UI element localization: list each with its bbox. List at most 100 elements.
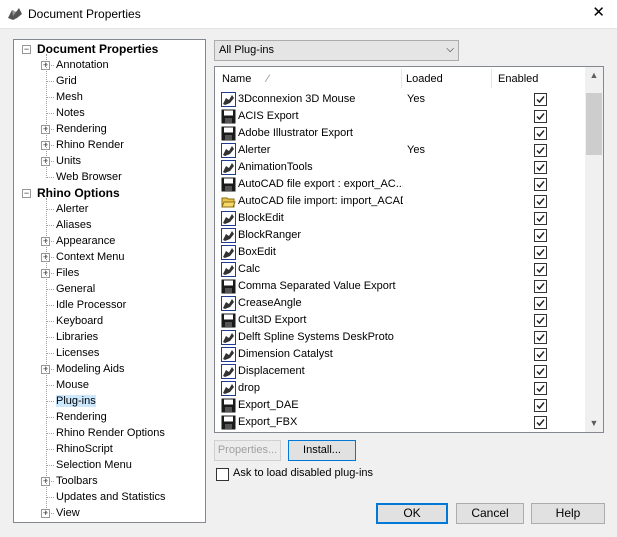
table-row[interactable]: drop xyxy=(221,380,586,397)
plugin-list[interactable]: Name ⁄ Loaded Enabled 3Dconnexion 3D Mou… xyxy=(214,66,604,433)
table-row[interactable]: BlockEdit xyxy=(221,210,586,227)
enabled-checkbox[interactable] xyxy=(534,331,547,344)
column-divider[interactable] xyxy=(401,69,402,88)
tree-item[interactable]: Modeling Aids xyxy=(56,361,125,377)
help-button[interactable]: Help xyxy=(531,503,605,524)
tree-item[interactable]: Appearance xyxy=(56,233,115,249)
checkmark-icon xyxy=(536,232,545,240)
tree-item[interactable]: RhinoScript xyxy=(56,441,113,457)
table-row[interactable]: Adobe Illustrator Export xyxy=(221,125,586,142)
column-header-name[interactable]: Name xyxy=(222,70,251,88)
tree-item[interactable]: Rendering xyxy=(56,121,107,137)
enabled-checkbox[interactable] xyxy=(534,178,547,191)
enabled-checkbox[interactable] xyxy=(534,416,547,429)
tree-item[interactable]: Selection Menu xyxy=(56,457,132,473)
table-row[interactable]: AutoCAD file import: import_ACAD xyxy=(221,193,586,210)
checkmark-icon xyxy=(536,96,545,104)
enabled-checkbox[interactable] xyxy=(534,161,547,174)
tree-item[interactable]: Grid xyxy=(56,73,77,89)
table-row[interactable]: Dimension Catalyst xyxy=(221,346,586,363)
install-button[interactable]: Install... xyxy=(288,440,356,461)
tree-item-label: Rhino Options xyxy=(37,186,120,200)
tree-item[interactable]: Plug-ins xyxy=(56,393,96,409)
tree-item[interactable]: Keyboard xyxy=(56,313,103,329)
tree-item[interactable]: Files xyxy=(56,265,79,281)
tree-item-label: Units xyxy=(56,155,82,167)
tree-connector xyxy=(46,289,54,290)
tree-item[interactable]: Alerter xyxy=(56,201,88,217)
column-header-loaded[interactable]: Loaded xyxy=(406,70,443,88)
tree-item[interactable]: Mouse xyxy=(56,377,89,393)
tree-item[interactable]: View xyxy=(56,505,80,521)
tree-item-label: Alerter xyxy=(56,203,89,215)
tree-item[interactable]: Libraries xyxy=(56,329,98,345)
tree-item[interactable]: Annotation xyxy=(56,57,109,73)
options-tree[interactable]: Document Properties − Annotation + Grid Mesh N… xyxy=(13,39,206,523)
enabled-checkbox[interactable] xyxy=(534,348,547,361)
scroll-down-icon[interactable]: ▼ xyxy=(585,415,603,432)
tree-item[interactable]: Aliases xyxy=(56,217,91,233)
table-row[interactable]: Delft Spline Systems DeskProto xyxy=(221,329,586,346)
tree-item[interactable]: Toolbars xyxy=(56,473,98,489)
cancel-button[interactable]: Cancel xyxy=(456,503,524,524)
tree-item[interactable]: General xyxy=(56,281,95,297)
table-row[interactable]: CreaseAngle xyxy=(221,295,586,312)
enabled-checkbox[interactable] xyxy=(534,229,547,242)
properties-button[interactable]: Properties... xyxy=(214,440,281,461)
enabled-checkbox[interactable] xyxy=(534,212,547,225)
table-row[interactable]: Comma Separated Value Export xyxy=(221,278,586,295)
table-row[interactable]: BlockRanger xyxy=(221,227,586,244)
ask-disabled-checkbox[interactable] xyxy=(216,468,229,481)
checkmark-icon xyxy=(536,113,545,121)
table-row[interactable]: Export_FBX xyxy=(221,414,586,431)
vertical-scrollbar[interactable]: ▲ ▼ xyxy=(585,67,603,432)
scroll-up-icon[interactable]: ▲ xyxy=(585,67,603,84)
enabled-checkbox[interactable] xyxy=(534,144,547,157)
enabled-checkbox[interactable] xyxy=(534,365,547,378)
enabled-checkbox[interactable] xyxy=(534,399,547,412)
table-row[interactable]: AutoCAD file export : export_AC... xyxy=(221,176,586,193)
close-icon[interactable]: ✕ xyxy=(592,4,605,22)
tree-item[interactable]: Web Browser xyxy=(56,169,122,185)
table-row[interactable]: Displacement xyxy=(221,363,586,380)
sort-indicator-icon: ⁄ xyxy=(267,73,269,85)
tree-item[interactable]: Notes xyxy=(56,105,85,121)
enabled-checkbox[interactable] xyxy=(534,280,547,293)
table-row[interactable]: Calc xyxy=(221,261,586,278)
table-row[interactable]: AnimationTools xyxy=(221,159,586,176)
tree-item[interactable]: Rhino Render Options xyxy=(56,425,165,441)
tree-item[interactable]: Mesh xyxy=(56,89,83,105)
plugin-filter-dropdown[interactable]: All Plug-ins ⌵ xyxy=(214,40,459,61)
enabled-checkbox[interactable] xyxy=(534,110,547,123)
table-row[interactable]: ACIS Export xyxy=(221,108,586,125)
enabled-checkbox[interactable] xyxy=(534,246,547,259)
column-header-enabled[interactable]: Enabled xyxy=(498,70,538,88)
enabled-checkbox[interactable] xyxy=(534,314,547,327)
table-row[interactable]: BoxEdit xyxy=(221,244,586,261)
collapse-icon[interactable]: − xyxy=(22,45,31,54)
table-row[interactable]: Cult3D Export xyxy=(221,312,586,329)
tree-connector xyxy=(46,113,54,114)
tree-item[interactable]: Units xyxy=(56,153,81,169)
table-row[interactable]: 3Dconnexion 3D Mouse Yes xyxy=(221,91,586,108)
enabled-checkbox[interactable] xyxy=(534,382,547,395)
tree-item[interactable]: Rendering xyxy=(56,409,107,425)
enabled-checkbox[interactable] xyxy=(534,127,547,140)
enabled-checkbox[interactable] xyxy=(534,263,547,276)
tree-item[interactable]: Licenses xyxy=(56,345,99,361)
tree-item[interactable]: Context Menu xyxy=(56,249,124,265)
enabled-checkbox[interactable] xyxy=(534,195,547,208)
tree-item[interactable]: Rhino Options xyxy=(37,185,120,201)
tree-item[interactable]: Rhino Render xyxy=(56,137,124,153)
table-row[interactable]: Export_DAE xyxy=(221,397,586,414)
column-divider[interactable] xyxy=(491,69,492,88)
ok-button[interactable]: OK xyxy=(376,503,448,524)
collapse-icon[interactable]: − xyxy=(22,189,31,198)
table-row[interactable]: Alerter Yes xyxy=(221,142,586,159)
tree-item[interactable]: Updates and Statistics xyxy=(56,489,165,505)
tree-item[interactable]: Document Properties xyxy=(37,41,158,57)
enabled-checkbox[interactable] xyxy=(534,93,547,106)
scrollbar-thumb[interactable] xyxy=(586,93,602,155)
tree-item[interactable]: Idle Processor xyxy=(56,297,126,313)
enabled-checkbox[interactable] xyxy=(534,297,547,310)
